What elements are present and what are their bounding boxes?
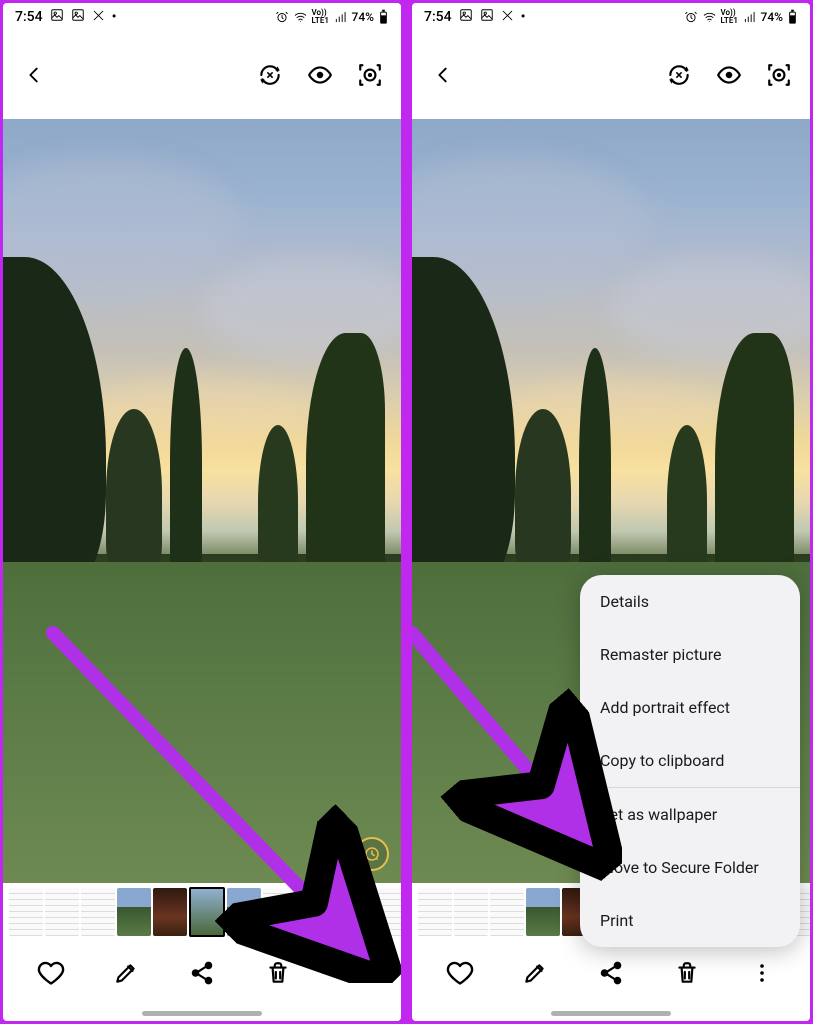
thumbnail[interactable] <box>227 888 261 936</box>
screen-left: 7:54 • Vo)) LTE1 <box>3 3 401 1021</box>
notif-overflow-dot: • <box>112 9 117 25</box>
thumbnail-selected[interactable] <box>189 887 225 937</box>
battery-percent: 74% <box>352 10 374 24</box>
share-button[interactable] <box>187 958 217 988</box>
thumbnail[interactable] <box>299 888 333 936</box>
bixby-vision-icon[interactable] <box>357 62 383 88</box>
bottom-toolbar <box>3 941 401 1005</box>
thumbnail[interactable] <box>454 888 488 936</box>
signal-icon <box>743 10 757 24</box>
menu-item-set-as-wallpaper[interactable]: Set as wallpaper <box>580 788 800 841</box>
eye-icon[interactable] <box>307 62 333 88</box>
thumbnail[interactable] <box>263 888 297 936</box>
thumbnail-strip[interactable] <box>3 883 401 941</box>
battery-icon <box>378 9 389 25</box>
network-label: Vo)) LTE1 <box>312 9 330 25</box>
menu-item-copy-to-clipboard[interactable]: Copy to clipboard <box>580 734 800 787</box>
wifi-icon <box>293 10 308 24</box>
top-nav <box>3 31 401 119</box>
screen-right: 7:54 • Vo)) LTE1 74% <box>412 3 810 1021</box>
x-app-icon <box>501 9 514 26</box>
bottom-toolbar <box>412 941 810 1005</box>
alarm-icon <box>275 10 289 24</box>
battery-icon <box>787 9 798 25</box>
signal-icon <box>334 10 348 24</box>
edit-button[interactable] <box>111 958 141 988</box>
favorite-button[interactable] <box>36 958 66 988</box>
more-options-button[interactable] <box>747 958 777 988</box>
back-button[interactable] <box>430 62 456 88</box>
more-options-button[interactable] <box>338 958 368 988</box>
home-indicator[interactable] <box>412 1005 810 1021</box>
delete-button[interactable] <box>263 958 293 988</box>
thumbnail[interactable] <box>117 888 151 936</box>
photo-viewer[interactable] <box>3 119 401 883</box>
thumbnail[interactable] <box>45 888 79 936</box>
thumbnail[interactable] <box>418 888 452 936</box>
home-indicator[interactable] <box>3 1005 401 1021</box>
menu-item-remaster-picture[interactable]: Remaster picture <box>580 628 800 681</box>
thumbnail[interactable] <box>153 888 187 936</box>
battery-percent: 74% <box>761 10 783 24</box>
back-button[interactable] <box>21 62 47 88</box>
favorite-button[interactable] <box>445 958 475 988</box>
image-indicator-icon <box>480 8 494 26</box>
wifi-icon <box>702 10 717 24</box>
menu-item-move-to-secure-folder[interactable]: Move to Secure Folder <box>580 841 800 894</box>
remaster-icon[interactable] <box>257 62 283 88</box>
status-bar: 7:54 • Vo)) LTE1 <box>3 3 401 31</box>
menu-item-add-portrait-effect[interactable]: Add portrait effect <box>580 681 800 734</box>
menu-item-print[interactable]: Print <box>580 894 800 947</box>
eye-icon[interactable] <box>716 62 742 88</box>
status-time: 7:54 <box>15 9 43 25</box>
status-bar: 7:54 • Vo)) LTE1 74% <box>412 3 810 31</box>
bixby-vision-icon[interactable] <box>766 62 792 88</box>
thumbnail[interactable] <box>81 888 115 936</box>
remaster-icon[interactable] <box>666 62 692 88</box>
thumbnail[interactable] <box>371 888 401 936</box>
image-indicator-icon <box>459 8 473 26</box>
image-indicator-icon <box>50 8 64 26</box>
status-time: 7:54 <box>424 9 452 25</box>
motion-photo-badge-icon[interactable] <box>355 837 389 871</box>
notif-overflow-dot: • <box>521 9 526 25</box>
thumbnail[interactable] <box>335 888 369 936</box>
more-options-menu: Details Remaster picture Add portrait ef… <box>580 575 800 947</box>
thumbnail[interactable] <box>526 888 560 936</box>
share-button[interactable] <box>596 958 626 988</box>
alarm-icon <box>684 10 698 24</box>
thumbnail[interactable] <box>9 888 43 936</box>
delete-button[interactable] <box>672 958 702 988</box>
x-app-icon <box>92 9 105 26</box>
edit-button[interactable] <box>520 958 550 988</box>
thumbnail[interactable] <box>490 888 524 936</box>
top-nav <box>412 31 810 119</box>
image-indicator-icon <box>71 8 85 26</box>
network-label: Vo)) LTE1 <box>721 9 739 25</box>
menu-item-details[interactable]: Details <box>580 575 800 628</box>
